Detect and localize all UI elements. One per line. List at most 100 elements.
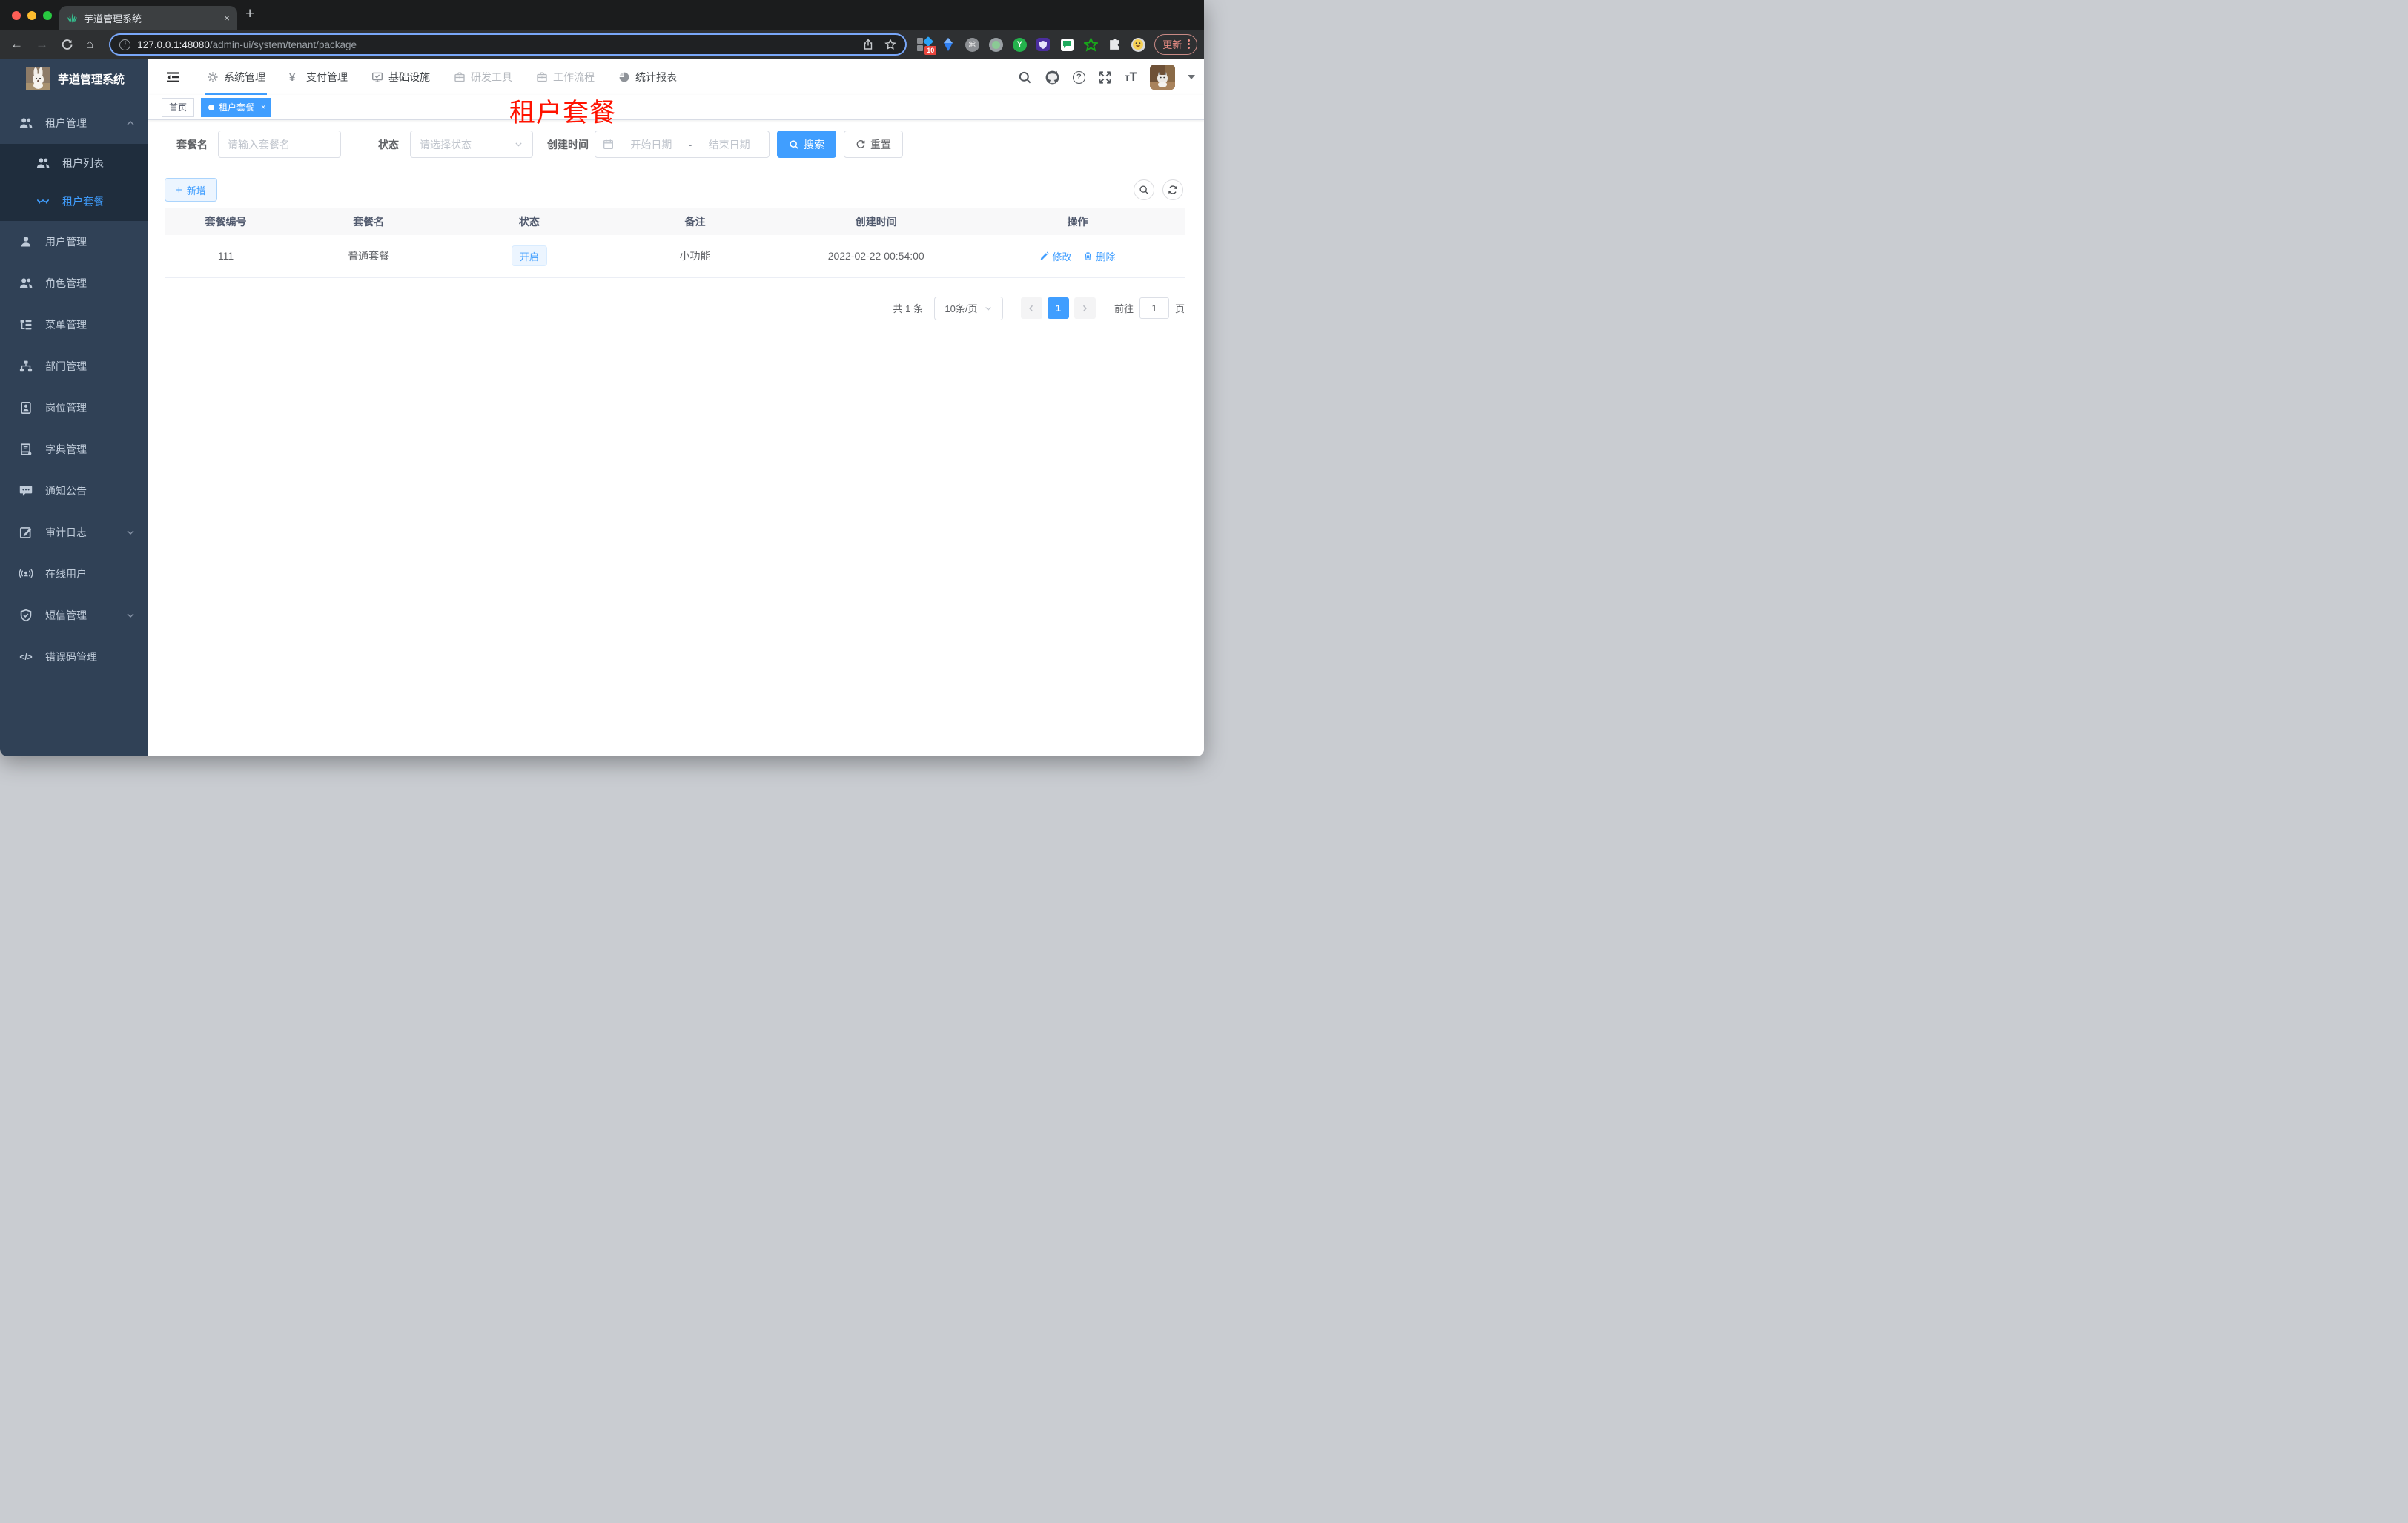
help-icon[interactable]: ? [1072, 70, 1085, 84]
tab-payment-management[interactable]: ¥ 支付管理 [277, 59, 360, 95]
close-window-button[interactable] [12, 11, 21, 20]
extension-tabs-icon[interactable]: 10 [917, 36, 937, 55]
chrome-update-button[interactable]: 更新 [1154, 34, 1198, 55]
refresh-table-button[interactable] [1162, 179, 1183, 200]
tab-workflow[interactable]: 工作流程 [524, 59, 606, 95]
sidebar-item-tenant-list[interactable]: 租户列表 [0, 144, 148, 182]
tab-report[interactable]: 统计报表 [606, 59, 689, 95]
tab-infrastructure[interactable]: 基础设施 [360, 59, 442, 95]
browser-menu-icon[interactable] [1188, 39, 1191, 49]
sidebar-submenu-tenant: 租户列表 租户套餐 [0, 144, 148, 221]
sidebar-item-dept-management[interactable]: 部门管理 [0, 346, 148, 387]
extension-y-icon[interactable]: Y [1012, 37, 1027, 52]
extension-shield-icon[interactable] [1036, 37, 1051, 52]
sidebar-item-online-users[interactable]: 在线用户 [0, 553, 148, 595]
package-name-input[interactable] [218, 131, 341, 158]
tab-dev-tools[interactable]: 研发工具 [442, 59, 524, 95]
tab-close-icon[interactable]: × [224, 12, 230, 24]
next-page-button[interactable] [1074, 297, 1096, 319]
extension-command-icon[interactable]: ⌘ [965, 37, 979, 52]
package-name-field[interactable] [228, 138, 331, 151]
code-icon: </> [19, 652, 33, 662]
user-avatar[interactable] [1150, 65, 1175, 90]
menu-fold-icon[interactable] [165, 70, 180, 85]
logo-image [26, 67, 50, 90]
edit-link[interactable]: 修改 [1039, 249, 1071, 263]
sidebar-item-error-code-management[interactable]: </> 错误码管理 [0, 636, 148, 678]
sidebar-item-notice[interactable]: 通知公告 [0, 470, 148, 512]
tag-tenant-package[interactable]: 租户套餐 × [201, 97, 272, 117]
status-placeholder: 请选择状态 [420, 138, 472, 151]
sidebar-item-label: 租户列表 [62, 157, 104, 169]
sidebar-item-label: 审计日志 [45, 526, 87, 538]
address-bar[interactable]: i 127.0.0.1:48080/admin-ui/system/tenant… [109, 33, 907, 56]
lashes-icon [36, 199, 50, 204]
sidebar-item-user-management[interactable]: 用户管理 [0, 221, 148, 262]
new-tab-button[interactable]: + [245, 5, 254, 23]
back-icon[interactable]: ← [10, 37, 23, 52]
date-range-picker[interactable]: 开始日期 - 结束日期 [595, 131, 770, 158]
current-page-button[interactable]: 1 [1047, 297, 1069, 319]
page-content: 套餐名 状态 请选择状态 创建时间 开始日期 - 结束日期 [148, 120, 1204, 756]
sidebar-logo[interactable]: 芋道管理系统 [0, 59, 148, 98]
shield-check-icon [20, 609, 32, 622]
home-icon[interactable]: ⌂ [86, 37, 93, 52]
toolbar-icons [1134, 179, 1183, 200]
tab-strip: 芋道管理系统 × + [0, 0, 1204, 30]
forward-icon[interactable]: → [36, 37, 48, 52]
url-host: 127.0.0.1:48080 [137, 39, 210, 50]
chevron-down-icon[interactable] [1188, 75, 1195, 79]
extensions-puzzle-icon[interactable] [1107, 37, 1122, 52]
reset-button[interactable]: 重置 [844, 131, 903, 158]
sidebar-item-label: 用户管理 [45, 236, 87, 248]
zoom-window-button[interactable] [43, 11, 52, 20]
share-icon[interactable] [862, 39, 874, 50]
bookmark-star-icon[interactable] [884, 39, 896, 50]
sidebar-item-tenant-management[interactable]: 租户管理 [0, 102, 148, 144]
sidebar-item-role-management[interactable]: 角色管理 [0, 262, 148, 304]
package-table: 套餐编号 套餐名 状态 备注 创建时间 操作 111 普通套餐 开启 小功能 2… [165, 208, 1185, 278]
goto-page-input[interactable] [1139, 297, 1169, 319]
minimize-window-button[interactable] [27, 11, 36, 20]
page-size-select[interactable]: 10条/页 [933, 296, 1003, 320]
extension-chat-icon[interactable] [1059, 37, 1074, 52]
sidebar-item-tenant-package[interactable]: 租户套餐 [0, 182, 148, 221]
sidebar-item-menu-management[interactable]: 菜单管理 [0, 304, 148, 346]
sidebar-item-label: 短信管理 [45, 609, 87, 621]
delete-link[interactable]: 删除 [1083, 249, 1116, 263]
sidebar-item-label: 通知公告 [45, 485, 87, 497]
reload-icon[interactable] [61, 39, 73, 51]
profile-avatar-icon[interactable] [1131, 37, 1145, 52]
tab-system-management[interactable]: 系统管理 [195, 59, 277, 95]
nav-label: 支付管理 [306, 71, 348, 83]
sidebar-menu: 租户管理 租户列表 租户套餐 用户管理 角色管理 菜单管理 部门管理 岗位管理 … [0, 102, 148, 678]
site-info-icon[interactable]: i [119, 39, 131, 50]
tag-home[interactable]: 首页 [162, 97, 195, 117]
search-button[interactable]: 搜索 [777, 131, 836, 158]
nav-label: 研发工具 [471, 71, 512, 83]
sidebar-item-dict-management[interactable]: 字典管理 [0, 429, 148, 470]
prev-page-button[interactable] [1020, 297, 1042, 319]
add-button[interactable]: + 新增 [165, 178, 217, 202]
start-date-placeholder[interactable]: 开始日期 [619, 137, 684, 152]
extension-circle-icon[interactable] [988, 37, 1003, 52]
chevron-up-icon [127, 121, 134, 125]
tree-list-icon [20, 320, 32, 330]
browser-tab[interactable]: 芋道管理系统 × [59, 6, 237, 30]
show-search-button[interactable] [1134, 179, 1154, 200]
sidebar-item-sms-management[interactable]: 短信管理 [0, 595, 148, 636]
font-size-icon[interactable]: TT [1125, 70, 1137, 85]
end-date-placeholder[interactable]: 结束日期 [697, 137, 761, 152]
tag-close-icon[interactable]: × [261, 103, 265, 112]
nav-label: 基础设施 [388, 71, 430, 83]
sidebar-item-post-management[interactable]: 岗位管理 [0, 387, 148, 429]
search-icon[interactable] [1018, 70, 1032, 85]
status-select[interactable]: 请选择状态 [410, 131, 533, 158]
sidebar-item-audit-log[interactable]: 审计日志 [0, 512, 148, 553]
github-icon[interactable] [1045, 70, 1060, 85]
chat-bubble-icon [19, 486, 33, 496]
extension-gem-icon[interactable] [941, 37, 956, 52]
fullscreen-icon[interactable] [1098, 70, 1112, 85]
total-count: 共 1 条 [893, 303, 923, 314]
extension-star-icon[interactable] [1083, 37, 1098, 52]
